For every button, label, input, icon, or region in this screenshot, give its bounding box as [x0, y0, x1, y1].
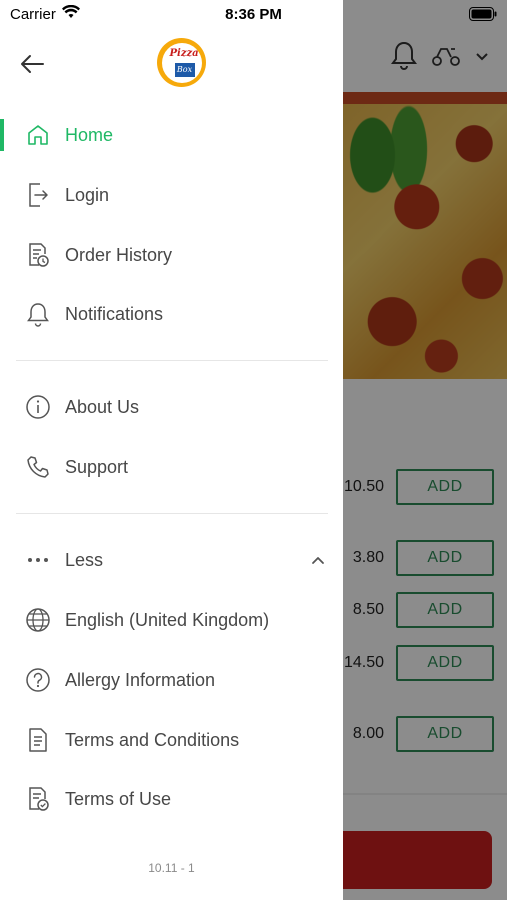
logo-text-top: Pizza	[169, 47, 199, 59]
order-history-icon	[24, 241, 52, 269]
chevron-up-icon[interactable]	[311, 552, 325, 570]
menu-item-home[interactable]: Home	[0, 110, 343, 160]
battery-icon	[469, 7, 497, 25]
menu-label-terms-and-conditions: Terms and Conditions	[65, 729, 240, 750]
menu-item-language[interactable]: English (United Kingdom)	[0, 595, 343, 645]
menu-item-notifications[interactable]: Notifications	[0, 289, 343, 339]
question-icon	[24, 666, 52, 694]
menu-label-language: English (United Kingdom)	[65, 609, 270, 630]
menu-label-support: Support	[65, 456, 129, 477]
info-icon	[24, 393, 52, 421]
menu-item-support[interactable]: Support	[0, 442, 343, 492]
login-icon	[24, 181, 52, 209]
app-version: 10.11 - 1	[148, 861, 195, 875]
menu-item-terms-and-conditions[interactable]: Terms and Conditions	[0, 715, 343, 765]
menu-divider	[16, 360, 328, 361]
menu-item-terms-of-use[interactable]: Terms of Use	[0, 774, 343, 824]
menu-item-login[interactable]: Login	[0, 170, 343, 220]
menu-item-less[interactable]: Less	[0, 535, 343, 585]
menu-label-home: Home	[65, 124, 114, 145]
home-icon	[24, 121, 52, 149]
menu-label-less: Less	[65, 549, 104, 570]
phone-icon	[24, 453, 52, 481]
document-icon	[24, 726, 52, 754]
active-indicator	[0, 119, 4, 151]
more-dots-icon	[24, 546, 52, 574]
menu-label-terms-of-use: Terms of Use	[65, 788, 172, 809]
menu-item-order-history[interactable]: Order History	[0, 230, 343, 280]
globe-icon	[24, 606, 52, 634]
pizza-box-logo: Pizza Box	[157, 38, 206, 87]
logo-text-box: Box	[174, 62, 195, 77]
back-arrow-icon[interactable]	[20, 50, 60, 78]
navigation-drawer: Pizza Box Home Login Order History Notif…	[0, 0, 343, 900]
menu-label-order-history: Order History	[65, 244, 173, 265]
document-check-icon	[24, 785, 52, 813]
menu-label-allergy-information: Allergy Information	[65, 669, 216, 690]
menu-label-login: Login	[65, 184, 110, 205]
drawer-header: Pizza Box	[0, 28, 343, 98]
menu-item-about-us[interactable]: About Us	[0, 382, 343, 432]
menu-label-about-us: About Us	[65, 396, 140, 417]
menu-item-allergy-information[interactable]: Allergy Information	[0, 655, 343, 705]
status-time: 8:36 PM	[225, 6, 282, 23]
menu-label-notifications: Notifications	[65, 303, 164, 324]
status-bar: Carrier 8:36 PM	[0, 0, 507, 28]
bell-icon	[24, 300, 52, 328]
menu-divider	[16, 513, 328, 514]
